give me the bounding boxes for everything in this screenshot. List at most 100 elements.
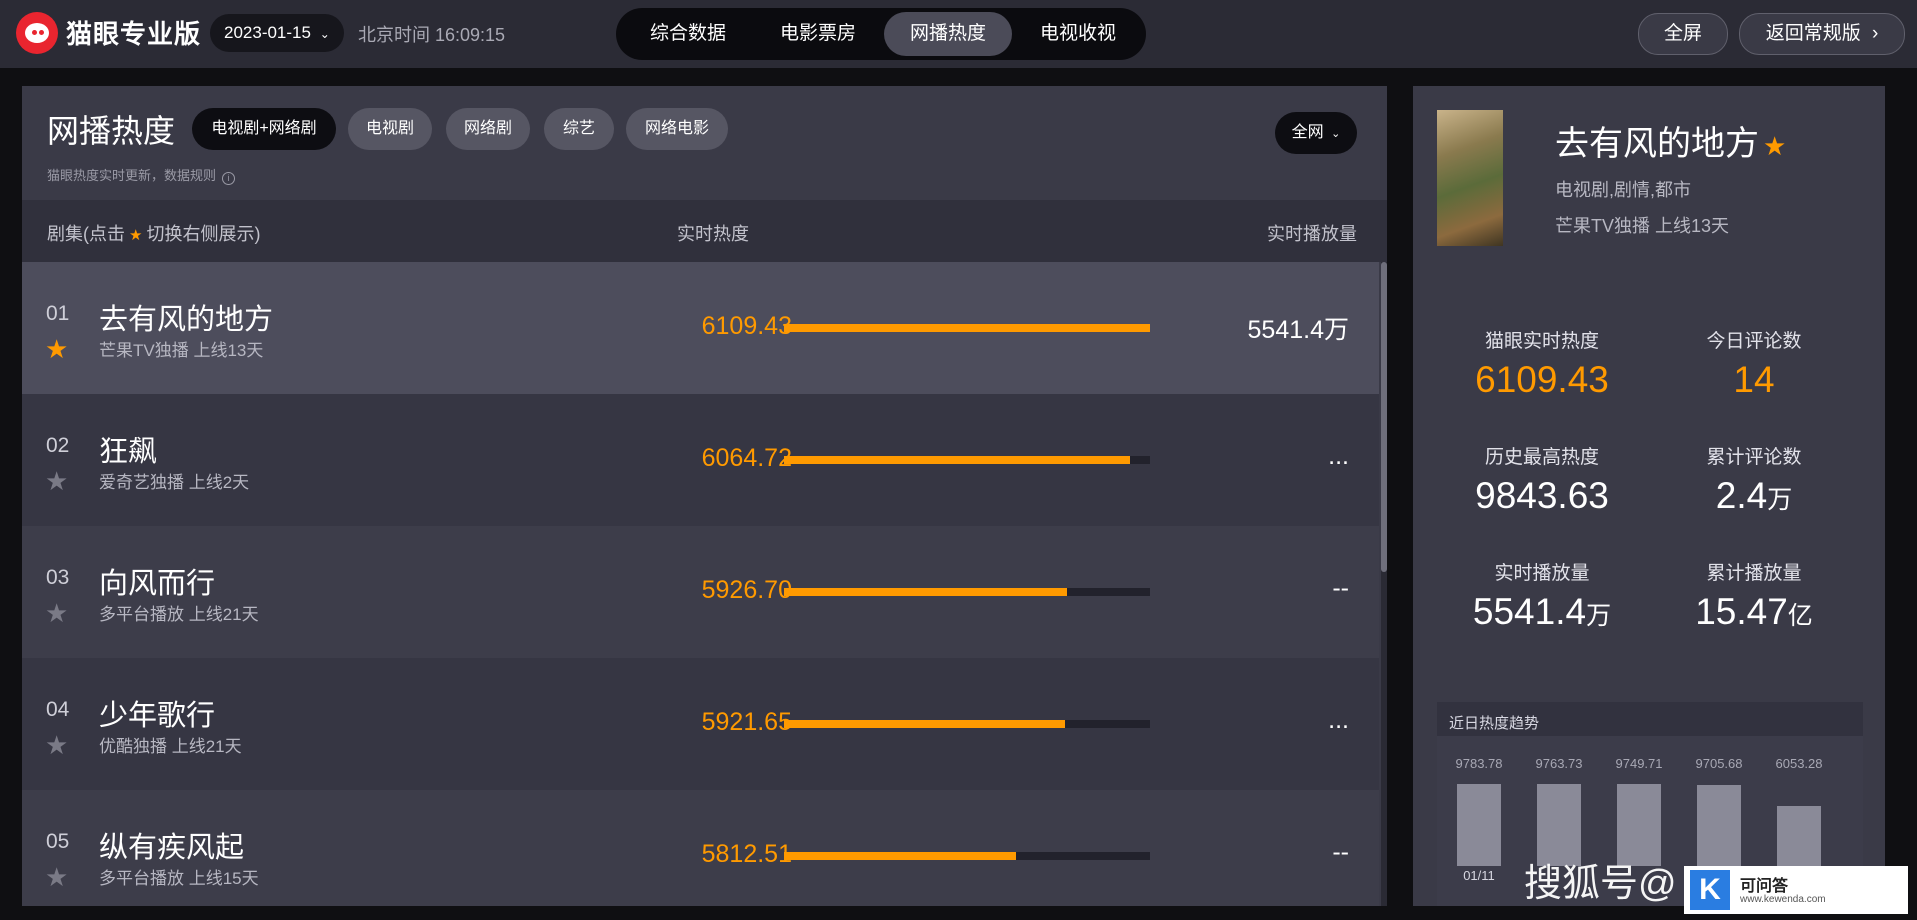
- series-name: 少年歌行: [99, 700, 216, 732]
- trend-title: 近日热度趋势: [1449, 715, 1540, 732]
- maoyan-logo-icon: [16, 12, 58, 54]
- poster-image: [1437, 110, 1503, 246]
- stat-unit: 万: [1586, 602, 1612, 630]
- detail-title: 去有风的地方 ★: [1555, 116, 1786, 165]
- series-meta: 多平台播放 上线21天: [99, 605, 259, 624]
- sohu-watermark: 搜狐号@: [1524, 863, 1677, 905]
- series-meta: 芒果TV独播 上线13天: [99, 341, 264, 360]
- filter-variety[interactable]: 综艺: [544, 108, 614, 150]
- column-header-heat: 实时热度: [677, 224, 749, 244]
- tab-tv-ratings[interactable]: 电视收视: [1014, 12, 1142, 56]
- stat-today-comments: 今日评论数 14: [1649, 326, 1859, 401]
- heat-bar: [784, 456, 1150, 464]
- trend-date-label: 01/11: [1463, 868, 1495, 883]
- filter-web-series[interactable]: 网络剧: [446, 108, 530, 150]
- trend-value-label: 6053.28: [1775, 756, 1823, 771]
- kewenda-logo-icon: K: [1690, 870, 1730, 910]
- chevron-down-icon: ⌄: [319, 27, 330, 41]
- tab-box-office[interactable]: 电影票房: [754, 12, 882, 56]
- top-bar: 猫眼专业版 2023-01-15 ⌄ 北京时间 16:09:15 综合数据 电影…: [0, 0, 1917, 68]
- detail-genres: 电视剧,剧情,都市: [1555, 180, 1692, 200]
- views-value: 5541.4万: [1247, 316, 1349, 344]
- star-icon[interactable]: ★: [45, 336, 68, 362]
- views-value: --: [1332, 838, 1349, 866]
- stat-value: 9843.63: [1475, 475, 1609, 516]
- date-picker[interactable]: 2023-01-15 ⌄: [210, 14, 344, 52]
- badge-url: www.kewenda.com: [1740, 894, 1826, 905]
- series-name: 狂飙: [99, 436, 158, 468]
- series-name: 纵有疾风起: [99, 832, 245, 864]
- scrollbar-thumb[interactable]: [1381, 262, 1387, 572]
- stat-value: 6109.43: [1475, 359, 1609, 400]
- column-header-views: 实时播放量: [1267, 224, 1357, 244]
- stat-number: 2.4: [1715, 475, 1768, 516]
- star-icon[interactable]: ★: [45, 468, 68, 494]
- main-nav: 综合数据 电影票房 网播热度 电视收视: [616, 8, 1146, 60]
- scope-dropdown[interactable]: 全网 ⌄: [1275, 112, 1357, 154]
- stat-value: 2.4万: [1649, 475, 1859, 517]
- row-rank: 04: [46, 698, 70, 721]
- heat-value: 5921.65: [701, 708, 792, 736]
- series-name: 向风而行: [99, 568, 216, 600]
- fullscreen-button[interactable]: 全屏: [1638, 13, 1728, 55]
- row-rank: 01: [46, 302, 70, 325]
- views-value: --: [1332, 574, 1349, 602]
- stat-max-heat: 历史最高热度 9843.63: [1437, 442, 1647, 517]
- trend-value-label: 9705.68: [1695, 756, 1743, 771]
- series-name: 去有风的地方: [99, 304, 274, 336]
- detail-title-text: 去有风的地方: [1555, 125, 1759, 163]
- column-header-name: 剧集(点击 ★ 切换右侧展示): [47, 220, 260, 246]
- filter-tv-and-web[interactable]: 电视剧+网络剧: [192, 108, 336, 150]
- filter-web-movie[interactable]: 网络电影: [626, 108, 728, 150]
- back-to-normal-button[interactable]: 返回常规版 ›: [1739, 13, 1905, 55]
- star-icon[interactable]: ★: [45, 864, 68, 890]
- stat-label: 今日评论数: [1706, 331, 1802, 352]
- filter-tv[interactable]: 电视剧: [348, 108, 432, 150]
- stat-label: 猫眼实时热度: [1484, 331, 1599, 352]
- chevron-down-icon: ⌄: [1331, 128, 1341, 140]
- views-value: ...: [1328, 706, 1349, 734]
- table-row[interactable]: 04 ★ 少年歌行 优酷独播 上线21天 5921.65 ...: [22, 658, 1379, 790]
- heat-value: 5812.51: [701, 840, 792, 868]
- detail-panel: 去有风的地方 ★ 电视剧,剧情,都市 芒果TV独播 上线13天 猫眼实时热度 61…: [1413, 86, 1885, 906]
- trend-bar: [1777, 806, 1821, 866]
- data-rule-note: 猫眼热度实时更新，数据规则 i: [47, 165, 236, 185]
- stat-value: 5541.4万: [1437, 591, 1647, 633]
- logo-eye: [32, 30, 37, 35]
- table-row[interactable]: 01 ★ 去有风的地方 芒果TV独播 上线13天 6109.43 5541.4万: [22, 262, 1379, 394]
- series-meta: 多平台播放 上线15天: [99, 869, 259, 888]
- stat-realtime-views: 实时播放量 5541.4万: [1437, 558, 1647, 633]
- kewenda-badge: K 可问答 www.kewenda.com: [1684, 866, 1908, 914]
- stat-total-views: 累计播放量 15.47亿: [1649, 558, 1859, 633]
- header-name-suffix: 切换右侧展示): [146, 224, 261, 244]
- views-value: ...: [1328, 442, 1349, 470]
- heat-bar: [784, 852, 1150, 860]
- heat-value: 5926.70: [701, 576, 792, 604]
- series-meta: 优酷独播 上线21天: [99, 737, 242, 756]
- star-icon[interactable]: ★: [45, 600, 68, 626]
- stat-unit: 万: [1767, 486, 1793, 514]
- trend-value-label: 9763.73: [1535, 756, 1583, 771]
- scope-value: 全网: [1291, 124, 1324, 141]
- brand-name: 猫眼专业版: [66, 19, 202, 49]
- star-icon: ★: [1763, 131, 1787, 161]
- trend-bar: [1697, 784, 1741, 866]
- tab-web-heat[interactable]: 网播热度: [884, 12, 1012, 56]
- tab-overview[interactable]: 综合数据: [624, 12, 752, 56]
- star-icon: ★: [129, 227, 143, 244]
- table-row[interactable]: 05 ★ 纵有疾风起 多平台播放 上线15天 5812.51 --: [22, 790, 1379, 906]
- stat-value: 14: [1733, 359, 1775, 400]
- table-row[interactable]: 02 ★ 狂飙 爱奇艺独播 上线2天 6064.72 ...: [22, 394, 1379, 526]
- info-icon[interactable]: i: [222, 172, 236, 185]
- note-text: 猫眼热度实时更新，数据规则: [47, 168, 217, 183]
- series-meta: 爱奇艺独播 上线2天: [99, 473, 250, 492]
- heat-bar: [784, 720, 1150, 728]
- table-row[interactable]: 03 ★ 向风而行 多平台播放 上线21天 5926.70 --: [22, 526, 1379, 658]
- stat-label: 累计播放量: [1706, 563, 1802, 584]
- back-label: 返回常规版: [1765, 23, 1861, 44]
- stat-label: 历史最高热度: [1484, 447, 1599, 468]
- star-icon[interactable]: ★: [45, 732, 68, 758]
- heat-value: 6109.43: [701, 312, 792, 340]
- heat-bar-fill: [784, 324, 1150, 332]
- trend-value-label: 9783.78: [1455, 756, 1503, 771]
